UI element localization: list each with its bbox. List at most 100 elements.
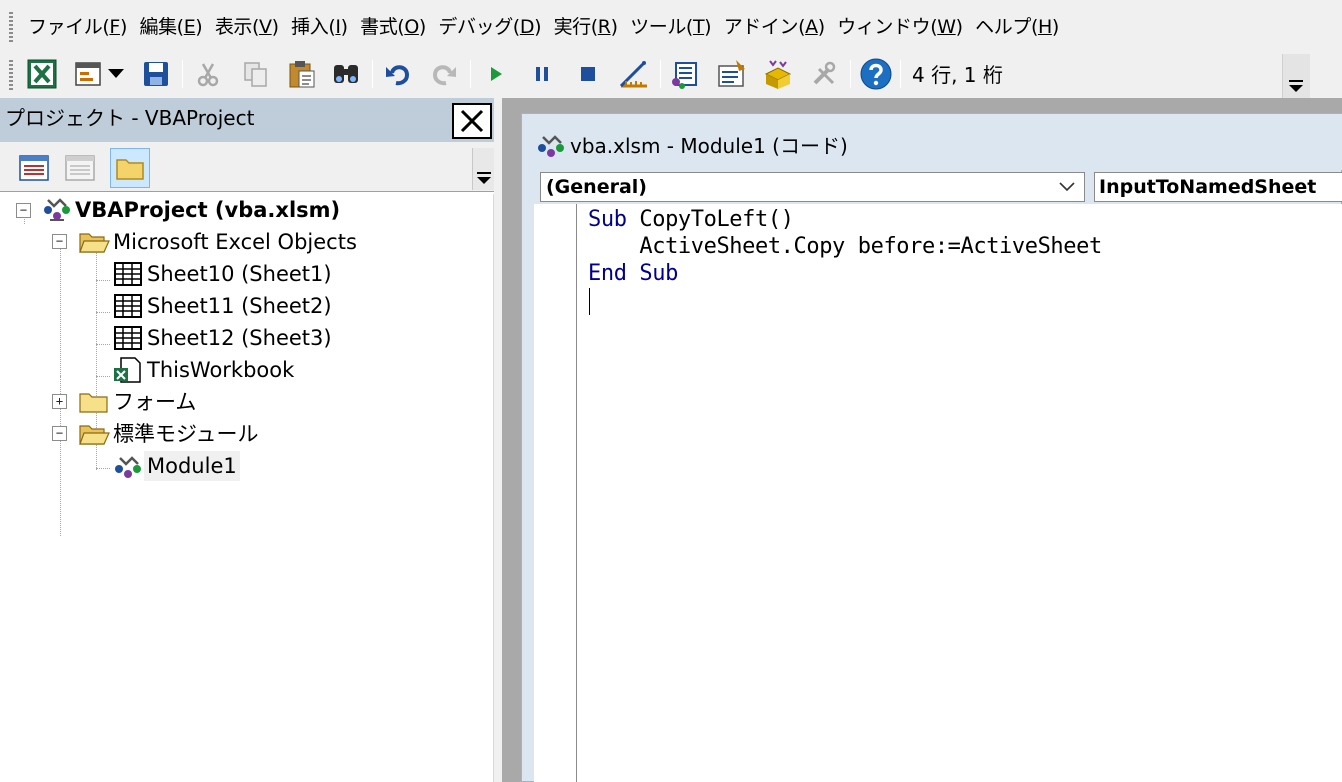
margin-indicator-bar[interactable]: [534, 204, 577, 782]
menu-item[interactable]: 書式(O): [354, 12, 432, 42]
menu-item[interactable]: アドイン(A): [718, 12, 831, 42]
project-explorer-button[interactable]: [670, 58, 702, 90]
code-keyword: Sub: [639, 261, 678, 286]
menu-item-label: 編集(: [139, 16, 184, 38]
tree-item-label: フォーム: [113, 390, 197, 414]
insert-dropdown-button[interactable]: [106, 58, 126, 90]
expand-toggle[interactable]: +: [52, 394, 67, 409]
collapse-toggle[interactable]: −: [52, 234, 67, 249]
object-browser-icon: [764, 60, 792, 89]
design-mode-button[interactable]: [618, 58, 650, 90]
module-icon: [538, 135, 564, 157]
tree-item-label: Sheet11 (Sheet2): [147, 294, 332, 318]
text-caret: [589, 288, 590, 315]
code-line: End Sub: [588, 260, 1102, 287]
menu-items: ファイル(F) 編集(E) 表示(V) 挿入(I) 書式(O) デバッグ(D) 実行(R) ツ…: [22, 12, 1065, 42]
project-explorer-title-bar[interactable]: プロジェクト - VBAProject: [0, 98, 494, 142]
object-dropdown[interactable]: (General): [540, 172, 1085, 202]
help-button[interactable]: [860, 58, 892, 90]
undo-button[interactable]: [382, 58, 414, 90]
object-browser-button[interactable]: [762, 58, 794, 90]
menu-item[interactable]: ツール(T): [624, 12, 717, 42]
tree-item-forms[interactable]: フォーム: [78, 386, 199, 418]
copy-icon: [244, 62, 267, 87]
code-editor[interactable]: Sub CopyToLeft() ActiveSheet.Copy before…: [534, 204, 1342, 782]
menu-item[interactable]: ヘルプ(H): [969, 12, 1065, 42]
cut-button[interactable]: [192, 58, 224, 90]
cut-icon: [197, 63, 219, 87]
view-object-button[interactable]: [60, 148, 100, 188]
binoculars-icon: [334, 65, 358, 83]
undo-icon: [386, 65, 410, 86]
menu-item-label-end: ): [271, 16, 279, 38]
menu-item[interactable]: ウィンドウ(W): [831, 12, 968, 42]
menu-item[interactable]: 挿入(I): [285, 12, 353, 42]
menu-item-label: 挿入(: [291, 16, 336, 38]
paste-icon: [289, 61, 315, 88]
toggle-folders-button[interactable]: [110, 148, 150, 188]
menu-item[interactable]: デバッグ(D): [432, 12, 547, 42]
chevron-down-icon: [1059, 182, 1075, 192]
design-mode-icon: [619, 61, 647, 88]
menu-item-label: デバッグ(: [438, 16, 520, 38]
toolbar-separator: [470, 60, 471, 88]
toolbar-separator: [660, 60, 661, 88]
properties-icon: [718, 60, 745, 87]
panel-splitter[interactable]: [494, 98, 502, 782]
code-text-span: ActiveSheet.Copy before:=ActiveSheet: [588, 234, 1102, 259]
pause-icon: [536, 67, 548, 81]
toolbar-separator: [850, 60, 851, 88]
menu-item[interactable]: ファイル(F): [22, 12, 133, 42]
collapse-toggle[interactable]: −: [52, 426, 67, 441]
menu-item[interactable]: 編集(E): [133, 12, 208, 42]
menu-bar-grip[interactable]: [9, 12, 13, 42]
code-window-title-bar[interactable]: vba.xlsm - Module1 (コード): [522, 114, 1342, 170]
toolbar-options-button[interactable]: [1282, 54, 1310, 98]
project-tree: − VBAProject (vba.xlsm) − Microsoft Exce…: [0, 194, 494, 782]
tree-item-sheet[interactable]: Sheet11 (Sheet2): [112, 290, 335, 322]
menu-item-accelerator: H: [1037, 16, 1052, 38]
code-text-span: CopyToLeft(): [626, 207, 794, 232]
code-text[interactable]: Sub CopyToLeft() ActiveSheet.Copy before…: [588, 206, 1102, 287]
menu-item-accelerator: F: [109, 16, 120, 38]
tree-item-label: Microsoft Excel Objects: [113, 230, 357, 254]
break-button[interactable]: [526, 58, 558, 90]
tree-item-sheet[interactable]: Sheet10 (Sheet1): [112, 258, 335, 290]
insert-userform-button[interactable]: [72, 58, 104, 90]
find-button[interactable]: [330, 58, 362, 90]
redo-button[interactable]: [428, 58, 460, 90]
toolbar-overflow-button[interactable]: [472, 148, 494, 190]
toolbox-icon: [813, 61, 836, 85]
close-button[interactable]: [452, 103, 492, 139]
view-excel-button[interactable]: [26, 58, 58, 90]
tree-item-sheet[interactable]: Sheet12 (Sheet3): [112, 322, 335, 354]
procedure-dropdown[interactable]: InputToNamedSheet: [1094, 172, 1342, 202]
tree-item-label: VBAProject (vba.xlsm): [75, 198, 341, 222]
open-folder-icon: [79, 425, 110, 445]
reset-button[interactable]: [572, 58, 604, 90]
collapse-toggle[interactable]: −: [16, 203, 31, 218]
tree-item-thisworkbook[interactable]: ThisWorkbook: [112, 354, 297, 386]
save-button[interactable]: [140, 58, 172, 90]
toolbar-grip[interactable]: [9, 60, 13, 92]
paste-button[interactable]: [286, 58, 318, 90]
tree-item-standard-modules[interactable]: 標準モジュール: [78, 418, 262, 450]
menu-item-label-end: ): [119, 16, 127, 38]
menu-item-label-end: ): [704, 16, 712, 38]
tree-item-label: Sheet10 (Sheet1): [147, 262, 332, 286]
properties-window-button[interactable]: [716, 58, 748, 90]
menu-item[interactable]: 実行(R): [548, 12, 624, 42]
menu-item-label-end: ): [610, 16, 618, 38]
run-button[interactable]: [480, 58, 512, 90]
toolbox-button[interactable]: [808, 58, 840, 90]
view-code-button[interactable]: [14, 148, 54, 188]
tree-item-excel-objects[interactable]: Microsoft Excel Objects: [78, 226, 360, 258]
menu-item-accelerator: R: [597, 16, 611, 38]
tree-item-vbaproject[interactable]: VBAProject (vba.xlsm): [42, 194, 343, 226]
menu-item[interactable]: 表示(V): [209, 12, 285, 42]
code-keyword: End: [588, 261, 627, 286]
tree-item-module1[interactable]: Module1: [112, 450, 240, 482]
copy-button[interactable]: [240, 58, 272, 90]
menu-item-label: ウィンドウ(: [837, 16, 938, 38]
dropdown-arrow-icon: [108, 69, 124, 78]
